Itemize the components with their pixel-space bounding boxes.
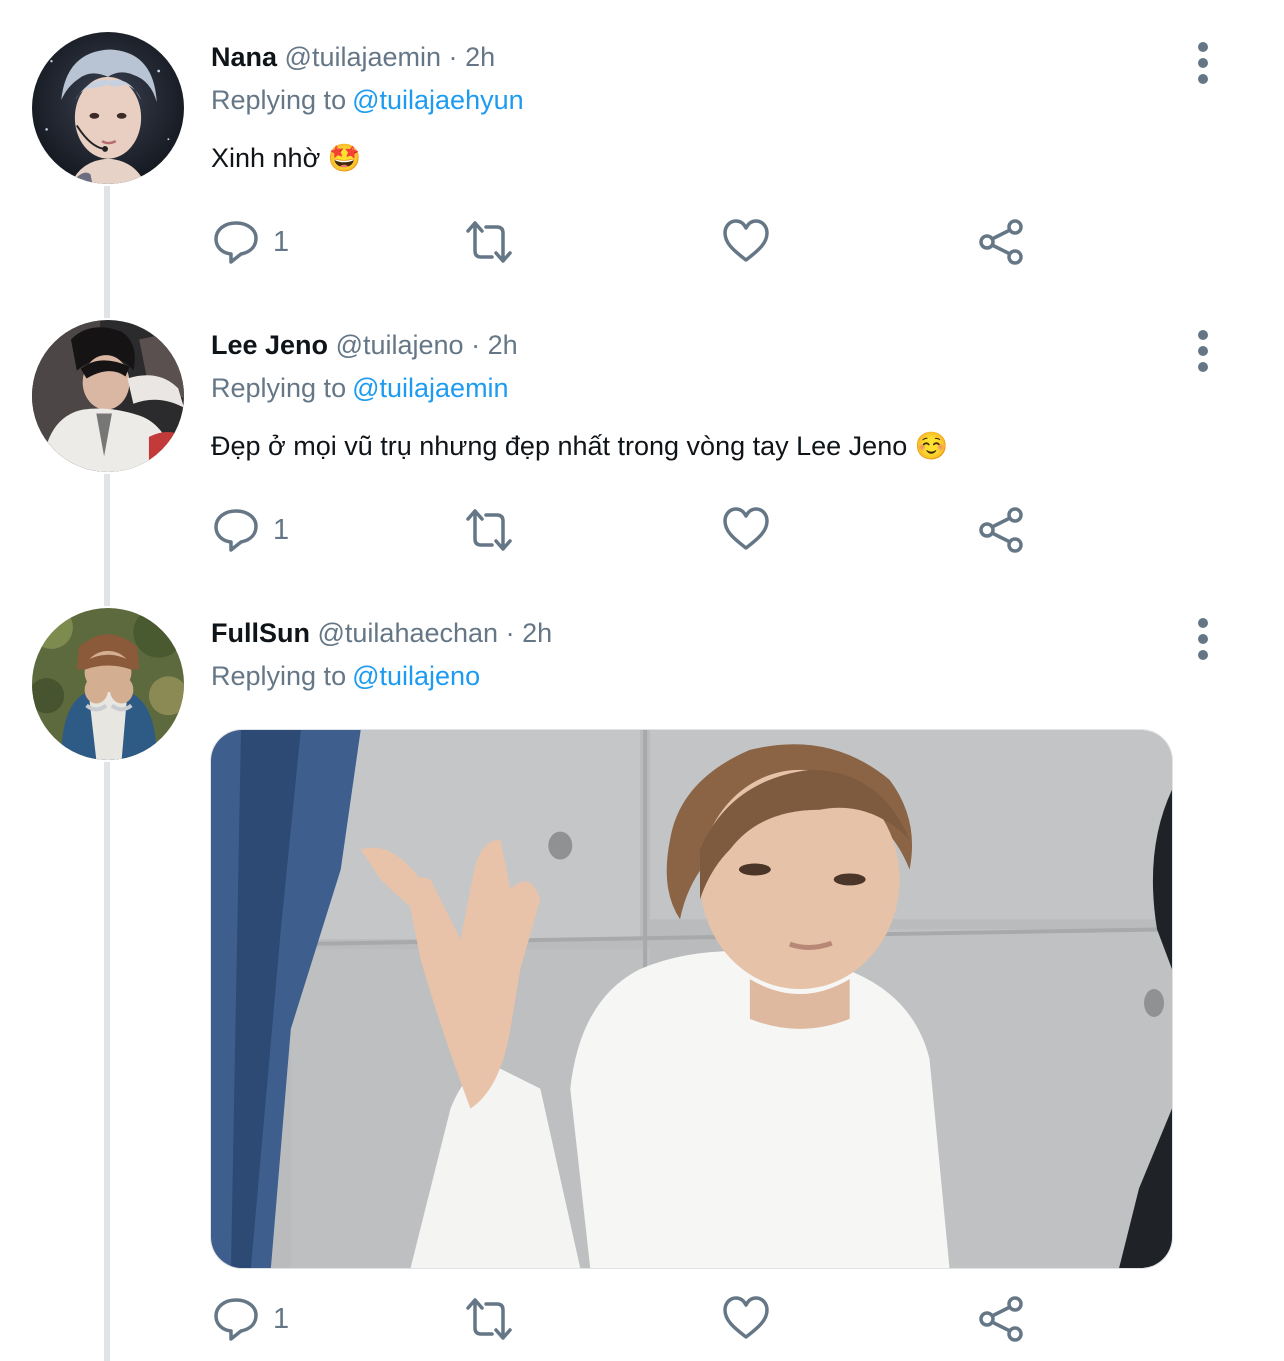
avatar[interactable]: [30, 318, 186, 474]
retweet-icon: [466, 1298, 512, 1340]
tweet-actions: 1: [211, 216, 1041, 268]
replying-to: Replying to @tuilajaemin: [211, 371, 1211, 405]
user-handle[interactable]: @tuilajeno: [336, 330, 464, 360]
tweet-header: Lee Jeno @tuilajeno · 2h: [211, 328, 1211, 362]
display-name[interactable]: Nana: [211, 42, 277, 72]
reply-button[interactable]: 1: [211, 216, 289, 268]
mention-link[interactable]: @tuilajeno: [352, 661, 480, 691]
like-button[interactable]: [721, 504, 771, 556]
more-options-icon: [1198, 362, 1208, 372]
separator-dot: ·: [448, 42, 458, 72]
reply-icon: [214, 1298, 258, 1341]
avatar-photo: [32, 608, 184, 760]
more-options-icon: [1198, 346, 1208, 356]
avatar-photo: [32, 32, 184, 184]
retweet-icon: [466, 509, 512, 551]
more-options-icon: [1198, 634, 1208, 644]
user-handle[interactable]: @tuilahaechan: [318, 618, 499, 648]
display-name[interactable]: FullSun: [211, 618, 310, 648]
more-options-icon: [1198, 58, 1208, 68]
user-handle[interactable]: @tuilajaemin: [285, 42, 441, 72]
tweet-actions: 1: [211, 504, 1041, 556]
avatar-photo: [32, 320, 184, 472]
reply-icon: [214, 221, 258, 264]
mention-link[interactable]: @tuilajaemin: [352, 373, 508, 403]
display-name[interactable]: Lee Jeno: [211, 330, 328, 360]
more-options-icon: [1198, 618, 1208, 628]
share-icon: [979, 1296, 1023, 1342]
heart-icon: [723, 1296, 769, 1339]
photo-image: [211, 730, 1172, 1268]
heart-icon: [723, 219, 769, 262]
reply-icon: [214, 509, 258, 552]
separator-dot: ·: [505, 618, 515, 648]
tweet-header: FullSun @tuilahaechan · 2h: [211, 616, 1211, 650]
tweet-actions: 1: [211, 1293, 1041, 1345]
more-options-icon: [1198, 42, 1208, 52]
more-options-icon: [1198, 650, 1208, 660]
tweet-text: Xinh nhờ 🤩: [211, 143, 362, 173]
tweet-header: Nana @tuilajaemin · 2h: [211, 40, 1211, 74]
reply-count: 1: [273, 1302, 290, 1335]
avatar[interactable]: [30, 30, 186, 186]
more-options-button[interactable]: [1188, 614, 1218, 664]
more-options-button[interactable]: [1188, 38, 1218, 88]
reply-count: 1: [273, 225, 290, 258]
mention-link[interactable]: @tuilajaehyun: [352, 85, 524, 115]
avatar[interactable]: [30, 606, 186, 762]
timestamp[interactable]: 2h: [488, 330, 518, 360]
replying-to-label: Replying to: [211, 85, 347, 115]
tweet-text: Đẹp ở mọi vũ trụ nhưng đẹp nhất trong vò…: [211, 431, 949, 461]
like-button[interactable]: [721, 1293, 771, 1345]
separator-dot: ·: [471, 330, 481, 360]
share-icon: [979, 219, 1023, 265]
share-button[interactable]: [977, 216, 1027, 268]
more-options-icon: [1198, 330, 1208, 340]
heart-icon: [723, 507, 769, 550]
retweet-icon: [466, 221, 512, 263]
replying-to-label: Replying to: [211, 373, 347, 403]
retweet-button[interactable]: [464, 1293, 514, 1345]
timestamp[interactable]: 2h: [465, 42, 495, 72]
share-icon: [979, 507, 1023, 553]
timestamp[interactable]: 2h: [522, 618, 552, 648]
reply-button[interactable]: 1: [211, 1293, 289, 1345]
reply-count: 1: [273, 513, 290, 546]
retweet-button[interactable]: [464, 504, 514, 556]
share-button[interactable]: [977, 1293, 1027, 1345]
replying-to: Replying to @tuilajaehyun: [211, 83, 1211, 117]
share-button[interactable]: [977, 504, 1027, 556]
more-options-button[interactable]: [1188, 326, 1218, 376]
replying-to: Replying to @tuilajeno: [211, 659, 1211, 693]
replying-to-label: Replying to: [211, 661, 347, 691]
like-button[interactable]: [721, 216, 771, 268]
reply-button[interactable]: 1: [211, 504, 289, 556]
retweet-button[interactable]: [464, 216, 514, 268]
tweet-photo[interactable]: [210, 729, 1173, 1269]
more-options-icon: [1198, 74, 1208, 84]
